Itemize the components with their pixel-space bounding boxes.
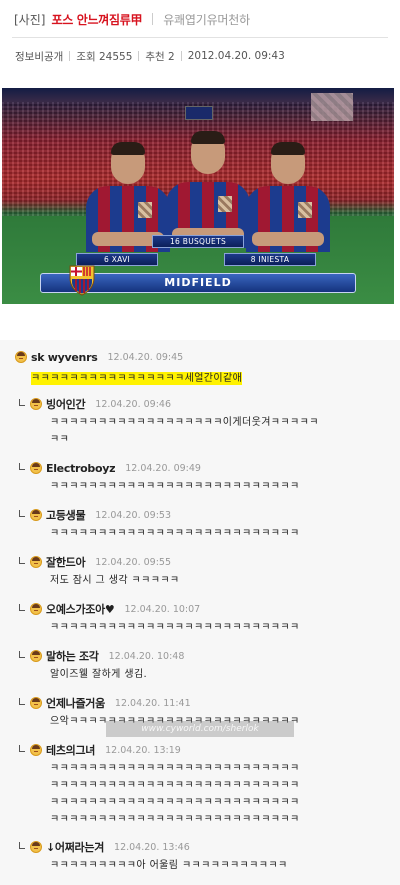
comment-text: ㅋㅋㅋㅋㅋㅋㅋㅋㅋㅋㅋㅋㅋㅋㅋㅋㅋㅋㅋㅋㅋㅋㅋㅋㅋㅋ bbox=[50, 814, 300, 825]
comment-date: 12.04.20. 09:53 bbox=[95, 509, 172, 521]
comment-date: 12.04.20. 13:46 bbox=[114, 841, 190, 853]
comment-author[interactable]: 잘한드아 bbox=[46, 554, 86, 570]
comment-text: ㅋㅋㅋㅋㅋㅋㅋㅋㅋㅋㅋㅋㅋㅋㅋㅋㅋㅋㅋㅋㅋㅋㅋㅋㅋㅋ bbox=[50, 528, 300, 539]
comment-text: ㅋㅋㅋㅋㅋㅋㅋㅋㅋㅋㅋㅋㅋㅋㅋㅋㅋㅋㅋㅋㅋㅋㅋㅋㅋㅋ bbox=[50, 481, 300, 492]
broadcast-logo-blurred bbox=[311, 93, 353, 121]
post-header: [사진] 포스 안느껴짐류甲 유쾌엽기유머천하 정보비공개 조회 24555 추… bbox=[0, 0, 400, 92]
post-category[interactable]: [사진] bbox=[14, 11, 45, 28]
comment-author[interactable]: Electroboyz bbox=[46, 462, 116, 475]
avatar-icon bbox=[30, 744, 42, 756]
comment-author[interactable]: 고등생물 bbox=[46, 507, 86, 523]
comment-date: 12.04.20. 09:49 bbox=[125, 462, 201, 474]
post-photo: 6 XAVI 16 BUSQUETS 8 INIESTA MIDFIELD bbox=[2, 88, 394, 304]
header-divider bbox=[12, 37, 388, 38]
comment-author[interactable]: 테츠의그녀 bbox=[46, 742, 95, 758]
meta-divider bbox=[138, 51, 140, 61]
avatar-icon bbox=[30, 509, 42, 521]
meta-divider bbox=[69, 51, 71, 61]
comment-text: ㅋㅋㅋㅋㅋㅋㅋㅋㅋㅋㅋㅋㅋㅋㅋㅋㅋㅋㅋㅋㅋㅋㅋㅋㅋㅋ bbox=[50, 780, 300, 791]
comment-author[interactable]: 언제나즐거움 bbox=[46, 695, 105, 711]
avatar-icon bbox=[30, 556, 42, 568]
board-name[interactable]: 유쾌엽기유머천하 bbox=[163, 11, 250, 28]
comment-date: 12.04.20. 13:19 bbox=[105, 744, 181, 756]
reply-arrow-icon bbox=[19, 603, 25, 611]
avatar-icon bbox=[30, 398, 42, 410]
comment-date: 12.04.20. 11:41 bbox=[114, 697, 191, 709]
recommend-count: 추천 2 bbox=[145, 50, 175, 63]
comment-text: ㅋㅋㅋㅋㅋㅋㅋㅋㅋㅋㅋㅋㅋㅋㅋㅋㅋㅋㅋㅋㅋㅋㅋㅋㅋㅋ bbox=[50, 797, 300, 808]
reply-arrow-icon bbox=[19, 398, 25, 406]
reply-arrow-icon bbox=[19, 697, 25, 705]
post-title: 포스 안느껴짐류甲 bbox=[51, 12, 143, 27]
avatar-icon bbox=[30, 462, 42, 474]
stadium-scoreboard bbox=[185, 106, 213, 120]
reply-arrow-icon bbox=[19, 650, 25, 658]
comment-date: 12.04.20. 09:45 bbox=[107, 351, 184, 363]
author-visibility: 정보비공개 bbox=[15, 50, 64, 63]
reply-arrow-icon bbox=[19, 744, 25, 752]
comment-text: 저도 잠시 그 생각 ㅋㅋㅋㅋㅋ bbox=[50, 575, 180, 586]
post-title-row: [사진] 포스 안느껴짐류甲 유쾌엽기유머천하 bbox=[14, 10, 250, 28]
view-count: 조회 24555 bbox=[76, 50, 133, 63]
fc-barcelona-crest-icon bbox=[69, 265, 95, 296]
avatar-icon bbox=[15, 351, 27, 363]
nameplate-iniesta: 8 INIESTA bbox=[224, 253, 316, 266]
comment-date: 12.04.20. 09:55 bbox=[95, 556, 172, 568]
comment-author[interactable]: ↓어쩌라는겨 bbox=[46, 839, 104, 855]
comment-date: 12.04.20. 10:07 bbox=[124, 603, 201, 615]
reply-arrow-icon bbox=[19, 841, 25, 849]
comment-author[interactable]: sk wyvenrs bbox=[31, 351, 98, 364]
comment-text: ㅋㅋㅋㅋㅋㅋㅋㅋㅋ아 어울림 ㅋㅋㅋㅋㅋㅋㅋㅋㅋㅋㅋ bbox=[50, 860, 288, 871]
post-datetime: 2012.04.20. 09:43 bbox=[187, 50, 285, 62]
post-meta: 정보비공개 조회 24555 추천 2 2012.04.20. 09:43 bbox=[15, 49, 285, 63]
comment-text: ㅋㅋㅋㅋㅋㅋㅋㅋㅋㅋㅋㅋㅋㅋㅋㅋ세얼간이같애 bbox=[31, 372, 243, 385]
avatar-icon bbox=[30, 697, 42, 709]
reply-arrow-icon bbox=[19, 462, 25, 470]
reply-arrow-icon bbox=[19, 556, 25, 564]
comment-author[interactable]: 오예스가조아♥ bbox=[46, 601, 115, 617]
comment-text: ㅋㅋㅋㅋㅋㅋㅋㅋㅋㅋㅋㅋㅋㅋㅋㅋㅋㅋㅋㅋㅋㅋㅋㅋㅋㅋ bbox=[50, 622, 300, 633]
comment-list: sk wyvenrs 12.04.20. 09:45 ㅋㅋㅋㅋㅋㅋㅋㅋㅋㅋㅋㅋㅋ… bbox=[0, 340, 400, 885]
comment-text: ㅋㅋ bbox=[50, 434, 70, 445]
comment-text: 알이즈웰 잘하게 생김. bbox=[50, 669, 148, 680]
comment-author[interactable]: 말하는 조각 bbox=[46, 648, 99, 664]
comment-date: 12.04.20. 10:48 bbox=[108, 650, 185, 662]
meta-divider bbox=[180, 51, 182, 61]
comment-text: ㅋㅋㅋㅋㅋㅋㅋㅋㅋㅋㅋㅋㅋㅋㅋㅋㅋㅋ이게더웃겨ㅋㅋㅋㅋㅋ bbox=[50, 417, 319, 428]
comment-text: ㅋㅋㅋㅋㅋㅋㅋㅋㅋㅋㅋㅋㅋㅋㅋㅋㅋㅋㅋㅋㅋㅋㅋㅋㅋㅋ bbox=[50, 763, 300, 774]
nameplate-busquets: 16 BUSQUETS bbox=[152, 235, 244, 248]
reply-arrow-icon bbox=[19, 509, 25, 517]
comment-author[interactable]: 빙어인간 bbox=[46, 396, 86, 412]
title-divider bbox=[152, 13, 154, 25]
avatar-icon bbox=[30, 841, 42, 853]
avatar-icon bbox=[30, 603, 42, 615]
avatar-icon bbox=[30, 650, 42, 662]
watermark: www.cyworld.com/sherlok bbox=[106, 721, 294, 737]
comment-date: 12.04.20. 09:46 bbox=[95, 398, 172, 410]
